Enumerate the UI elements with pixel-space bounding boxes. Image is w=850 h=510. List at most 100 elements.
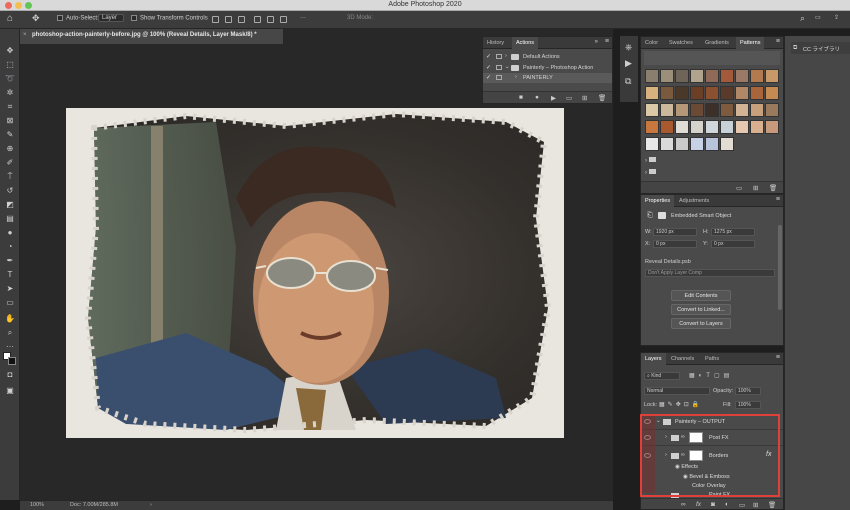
add-mask-icon[interactable]: ◙ bbox=[711, 501, 715, 508]
new-group-icon[interactable]: ▭ bbox=[739, 501, 745, 509]
pattern-swatch[interactable] bbox=[675, 86, 689, 100]
adjustment-layer-icon[interactable]: ◐ bbox=[725, 501, 729, 508]
type-icon[interactable]: T bbox=[4, 269, 16, 281]
zoom-icon[interactable]: ⌕ bbox=[4, 327, 16, 339]
delete-icon[interactable]: 🗑 bbox=[768, 501, 776, 509]
edit-contents-button[interactable]: Edit Contents bbox=[671, 290, 731, 301]
workspace-icon[interactable]: ▭ bbox=[815, 14, 821, 21]
doc-size[interactable]: Doc: 7.00M/285.8M bbox=[70, 502, 118, 508]
new-group-icon[interactable]: ▭ bbox=[736, 184, 742, 192]
blend-mode-select[interactable]: Normal bbox=[644, 387, 710, 395]
history-icon[interactable]: ⎈ bbox=[625, 42, 632, 53]
home-icon[interactable]: ⌂ bbox=[7, 13, 13, 24]
pattern-swatch[interactable] bbox=[705, 120, 719, 134]
mask-icon[interactable] bbox=[658, 212, 666, 219]
align-center-icon[interactable] bbox=[225, 16, 232, 23]
pattern-swatch[interactable] bbox=[735, 86, 749, 100]
pattern-swatch[interactable] bbox=[735, 120, 749, 134]
convert-to-linked-button[interactable]: Convert to Linked... bbox=[671, 304, 731, 315]
pattern-swatch[interactable] bbox=[765, 120, 779, 134]
tab-actions[interactable]: Actions bbox=[512, 37, 539, 49]
clone-stamp-icon[interactable]: ⍑ bbox=[4, 171, 16, 183]
pattern-swatch[interactable] bbox=[720, 69, 734, 83]
actions-play-icon[interactable]: ▶ bbox=[625, 58, 632, 69]
pattern-swatch[interactable] bbox=[660, 86, 674, 100]
new-set-icon[interactable]: ▭ bbox=[566, 94, 572, 102]
pattern-swatch[interactable] bbox=[720, 137, 734, 151]
pattern-swatch[interactable] bbox=[645, 69, 659, 83]
zoom-level[interactable]: 100% bbox=[30, 502, 44, 508]
pattern-swatch[interactable] bbox=[750, 86, 764, 100]
pen-icon[interactable]: ✒ bbox=[4, 255, 16, 267]
pattern-swatch[interactable] bbox=[720, 86, 734, 100]
pattern-swatch[interactable] bbox=[660, 120, 674, 134]
search-icon[interactable]: ⌕ bbox=[800, 13, 805, 24]
delete-icon[interactable]: 🗑 bbox=[769, 184, 777, 192]
tab-gradients[interactable]: Gradients bbox=[701, 37, 733, 49]
check-icon[interactable]: ✓ bbox=[486, 53, 491, 60]
play-icon[interactable]: ▶ bbox=[551, 94, 556, 102]
crop-icon[interactable]: ⌗ bbox=[4, 101, 16, 113]
screen-mode-icon[interactable]: ▣ bbox=[4, 385, 16, 397]
pattern-swatch[interactable] bbox=[660, 69, 674, 83]
dialog-toggle-icon[interactable] bbox=[496, 75, 502, 80]
expand-icon[interactable]: › bbox=[505, 53, 507, 59]
tab-layers[interactable]: Layers bbox=[641, 353, 666, 365]
move-icon[interactable]: ✥ bbox=[4, 45, 16, 57]
pattern-swatch[interactable] bbox=[750, 103, 764, 117]
pattern-swatch[interactable] bbox=[720, 103, 734, 117]
panel-menu-icon[interactable]: ≡ bbox=[605, 38, 609, 45]
panel-menu-icon[interactable]: ≡ bbox=[776, 38, 780, 45]
pattern-swatch[interactable] bbox=[660, 137, 674, 151]
marquee-icon[interactable]: ⬚ bbox=[4, 59, 16, 71]
document-tab[interactable]: × photoshop-action-painterly-before.jpg … bbox=[20, 29, 284, 44]
check-icon[interactable]: ✓ bbox=[486, 74, 491, 81]
layer-comp-select[interactable]: Don't Apply Layer Comp bbox=[645, 269, 775, 277]
blur-icon[interactable]: ● bbox=[4, 227, 16, 239]
pattern-swatch[interactable] bbox=[735, 103, 749, 117]
chevron-down-icon[interactable]: ⌄ bbox=[505, 64, 510, 70]
tab-properties[interactable]: Properties bbox=[641, 195, 675, 207]
more-options-icon[interactable]: ··· bbox=[300, 15, 306, 21]
pattern-swatch[interactable] bbox=[705, 137, 719, 151]
eraser-icon[interactable]: ◩ bbox=[4, 199, 16, 211]
pattern-swatch[interactable] bbox=[690, 86, 704, 100]
pattern-swatch[interactable] bbox=[645, 103, 659, 117]
action-set-painterly[interactable]: ✓ ⌄ Painterly – Photoshop Action bbox=[483, 63, 612, 73]
link-layers-icon[interactable]: ∞ bbox=[681, 501, 686, 508]
dialog-toggle-icon[interactable] bbox=[496, 65, 502, 70]
action-painterly[interactable]: ✓ › PAINTERLY bbox=[483, 73, 612, 83]
new-action-icon[interactable]: ⊞ bbox=[582, 94, 587, 102]
pattern-swatch[interactable] bbox=[765, 86, 779, 100]
pattern-swatch[interactable] bbox=[645, 137, 659, 151]
pattern-swatch[interactable] bbox=[645, 86, 659, 100]
panel-menu-icon[interactable]: ≡ bbox=[776, 354, 780, 361]
tab-swatches[interactable]: Swatches bbox=[665, 37, 697, 49]
pattern-swatch[interactable] bbox=[675, 69, 689, 83]
brush-icon[interactable]: ✐ bbox=[4, 157, 16, 169]
tab-channels[interactable]: Channels bbox=[667, 353, 698, 365]
stop-icon[interactable]: ■ bbox=[519, 94, 523, 101]
check-icon[interactable]: ✓ bbox=[486, 64, 491, 71]
new-layer-icon[interactable]: ⊞ bbox=[753, 501, 758, 509]
align-middle-icon[interactable] bbox=[267, 16, 274, 23]
pattern-swatch[interactable] bbox=[675, 103, 689, 117]
pattern-swatch[interactable] bbox=[645, 120, 659, 134]
path-selection-icon[interactable]: ➤ bbox=[4, 283, 16, 295]
pattern-swatch[interactable] bbox=[690, 137, 704, 151]
pattern-search-bar[interactable] bbox=[644, 51, 780, 65]
pattern-swatch[interactable] bbox=[750, 69, 764, 83]
auto-select-dropdown[interactable]: Layer bbox=[98, 14, 125, 22]
rectangle-icon[interactable]: ▭ bbox=[4, 297, 16, 309]
status-arrow-icon[interactable]: › bbox=[150, 502, 152, 508]
share-icon[interactable]: ⇪ bbox=[834, 14, 839, 21]
y-field[interactable]: 0 px bbox=[711, 240, 755, 248]
pattern-swatch[interactable] bbox=[660, 103, 674, 117]
pattern-swatch[interactable] bbox=[750, 120, 764, 134]
move-tool-icon[interactable]: ✥ bbox=[32, 13, 40, 24]
pattern-swatch[interactable] bbox=[690, 120, 704, 134]
frame-icon[interactable]: ⊠ bbox=[4, 115, 16, 127]
layer-filter-icons[interactable]: ▦◐T▢▤ bbox=[689, 372, 733, 379]
close-icon[interactable]: × bbox=[23, 32, 27, 38]
delete-icon[interactable]: 🗑 bbox=[598, 94, 606, 102]
